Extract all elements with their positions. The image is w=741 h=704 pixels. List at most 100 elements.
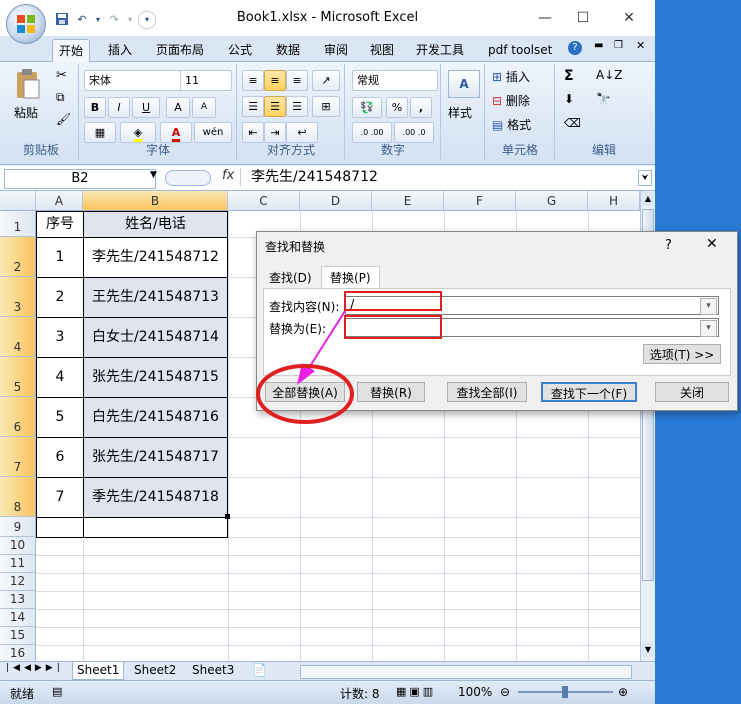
row-header-10[interactable]: 10 <box>0 537 36 555</box>
dialog-help-button[interactable]: ? <box>665 238 672 253</box>
sheet-nav-icons[interactable]: |◀◀▶▶| <box>6 663 64 673</box>
ribbon-close-icon[interactable]: ✕ <box>636 39 645 52</box>
options-button[interactable]: 选项(T) >> <box>643 344 721 364</box>
underline-button[interactable]: U <box>132 97 160 118</box>
decrease-decimal-button[interactable]: .00 .0 <box>394 122 434 143</box>
maximize-button[interactable]: ☐ <box>568 6 598 30</box>
row-header-16[interactable]: 16 <box>0 645 36 661</box>
formula-expand-icon[interactable]: ⮟ <box>638 170 652 186</box>
cell-B3[interactable]: 王先生/241548713 <box>83 277 228 318</box>
sort-filter-icon[interactable]: A↓Z <box>596 68 622 82</box>
align-center-button[interactable]: ☰ <box>264 96 286 117</box>
zoom-slider-thumb[interactable] <box>562 686 568 698</box>
formula-bar-splitter[interactable] <box>165 170 211 186</box>
cell-A9[interactable] <box>36 517 84 538</box>
col-header-F[interactable]: F <box>444 191 516 211</box>
row-header-15[interactable]: 15 <box>0 627 36 645</box>
wrap-text-button[interactable]: ↩ <box>286 122 318 143</box>
grow-font-button[interactable]: A <box>166 97 190 118</box>
col-header-C[interactable]: C <box>228 191 300 211</box>
select-all-corner[interactable] <box>0 191 36 211</box>
phonetic-button[interactable]: wén <box>194 122 232 143</box>
name-box-dropdown-icon[interactable]: ▼ <box>150 170 157 180</box>
horizontal-scrollbar[interactable] <box>300 665 632 679</box>
tab-replace[interactable]: 替换(P) <box>321 266 380 289</box>
scroll-down-icon[interactable]: ▼ <box>642 643 654 657</box>
col-header-A[interactable]: A <box>36 191 83 211</box>
row-header-7[interactable]: 7 <box>0 437 36 477</box>
cell-B1[interactable]: 姓名/电话 <box>83 211 228 238</box>
zoom-level[interactable]: 100% <box>458 685 492 699</box>
row-header-2[interactable]: 2 <box>0 237 36 277</box>
row-header-8[interactable]: 8 <box>0 477 36 517</box>
increase-decimal-button[interactable]: .0 .00 <box>352 122 392 143</box>
scroll-up-icon[interactable]: ▲ <box>642 192 654 206</box>
tab-find[interactable]: 查找(D) <box>265 268 316 288</box>
cell-A3[interactable]: 2 <box>36 277 84 318</box>
cell-A4[interactable]: 3 <box>36 317 84 358</box>
cell-A2[interactable]: 1 <box>36 237 84 278</box>
cell-A8[interactable]: 7 <box>36 477 84 518</box>
tab-pdf-toolset[interactable]: pdf toolset <box>482 39 558 61</box>
borders-button[interactable]: ▦ <box>84 122 116 143</box>
close-button[interactable]: ✕ <box>614 6 644 30</box>
align-top-button[interactable]: ≡ <box>242 70 264 91</box>
insert-function-button[interactable]: fx <box>222 168 234 183</box>
font-color-button[interactable]: A <box>160 122 192 143</box>
cell-B9[interactable] <box>83 517 228 538</box>
tab-data[interactable]: 数据 <box>270 39 306 61</box>
shrink-font-button[interactable]: A <box>192 97 216 118</box>
fill-color-button[interactable]: ◈ <box>120 122 156 143</box>
sheet-tab-3[interactable]: Sheet3 <box>188 662 238 679</box>
align-left-button[interactable]: ☰ <box>242 96 264 117</box>
minimize-button[interactable]: — <box>530 6 560 30</box>
find-next-button[interactable]: 查找下一个(F) <box>541 382 637 402</box>
col-header-H[interactable]: H <box>588 191 640 211</box>
ribbon-restore-icon[interactable]: ❐ <box>614 40 623 51</box>
col-header-B[interactable]: B <box>83 191 228 211</box>
cell-B6[interactable]: 白先生/241548716 <box>83 397 228 438</box>
copy-icon[interactable]: ⧉ <box>56 90 65 105</box>
sheet-tab-2[interactable]: Sheet2 <box>130 662 180 679</box>
align-right-button[interactable]: ☰ <box>286 96 308 117</box>
cell-B8[interactable]: 季先生/241548718 <box>83 477 228 518</box>
cell-A7[interactable]: 6 <box>36 437 84 478</box>
format-cells-button[interactable]: ▤ 格式 <box>492 116 531 133</box>
cell-B2[interactable]: 李先生/241548712 <box>83 237 228 278</box>
col-header-E[interactable]: E <box>372 191 444 211</box>
decrease-indent-button[interactable]: ⇤ <box>242 122 264 143</box>
find-dropdown-icon[interactable]: ▾ <box>700 298 717 315</box>
help-icon[interactable]: ? <box>568 41 582 55</box>
italic-button[interactable]: I <box>108 97 130 118</box>
row-header-5[interactable]: 5 <box>0 357 36 397</box>
macro-record-icon[interactable]: ▤ <box>52 685 62 698</box>
tab-review[interactable]: 审阅 <box>318 39 354 61</box>
cell-A6[interactable]: 5 <box>36 397 84 438</box>
align-middle-button[interactable]: ≡ <box>264 70 286 91</box>
tab-developer[interactable]: 开发工具 <box>410 39 470 61</box>
close-dialog-button[interactable]: 关闭 <box>655 382 729 402</box>
styles-button[interactable]: 样式 <box>448 104 472 121</box>
office-button[interactable] <box>6 4 46 44</box>
font-size-select[interactable]: 11 <box>180 70 232 91</box>
cell-A5[interactable]: 4 <box>36 357 84 398</box>
number-format-select[interactable]: 常规 <box>352 70 438 91</box>
paste-label[interactable]: 粘贴 <box>14 104 38 121</box>
tab-view[interactable]: 视图 <box>364 39 400 61</box>
increase-indent-button[interactable]: ⇥ <box>264 122 286 143</box>
replace-button[interactable]: 替换(R) <box>357 382 425 402</box>
row-header-14[interactable]: 14 <box>0 609 36 627</box>
comma-button[interactable]: , <box>410 97 432 118</box>
view-buttons-icon[interactable]: ▦▣▥ <box>396 685 436 698</box>
tab-home[interactable]: 开始 <box>52 39 91 62</box>
formula-content[interactable]: 李先生/241548712 <box>240 168 647 186</box>
dialog-close-icon[interactable]: ✕ <box>706 236 718 252</box>
cell-A1[interactable]: 序号 <box>36 211 84 238</box>
row-header-6[interactable]: 6 <box>0 397 36 437</box>
find-select-icon[interactable]: 🔭 <box>596 92 611 106</box>
cell-B5[interactable]: 张先生/241548715 <box>83 357 228 398</box>
orientation-button[interactable]: ↗ <box>312 70 340 91</box>
percent-button[interactable]: % <box>386 97 408 118</box>
zoom-in-icon[interactable]: ⊕ <box>618 685 628 699</box>
align-bottom-button[interactable]: ≡ <box>286 70 308 91</box>
